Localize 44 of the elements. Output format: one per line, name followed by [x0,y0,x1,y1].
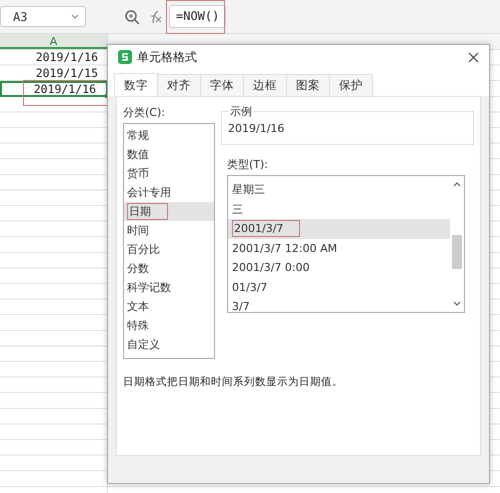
type-list[interactable]: 星期三 三 2001/3/7 2001/3/7 12:00 AM 2001/3/7 0:00 01/3/7 3/7 [227,175,465,313]
list-item[interactable]: 01/3/7 [228,278,450,297]
list-item[interactable]: 分数 [124,259,214,278]
formula-field[interactable]: =NOW() [169,5,226,28]
list-item[interactable]: 2001/3/7 12:00 AM [228,238,450,258]
list-item[interactable]: 星期三 [228,180,450,200]
list-item[interactable]: 2001/3/7 [228,219,450,238]
list-item[interactable]: 自定义 [124,335,214,354]
table-cell[interactable]: 2019/1/16 [0,50,108,66]
tab[interactable]: 数字 [114,73,158,96]
dropdown-icon [71,14,79,20]
dialog-title: 单元格格式 [137,48,197,66]
list-item[interactable]: 百分比 [124,240,214,259]
list-item[interactable]: 日期 [124,202,214,221]
column-header[interactable]: A [0,34,108,49]
list-item[interactable]: 常规 [124,126,214,145]
list-item[interactable]: 时间 [124,221,214,240]
tab[interactable]: 保护 [329,74,373,96]
table-cell[interactable]: 2019/1/15 [0,66,108,82]
tab[interactable]: 字体 [200,74,244,96]
list-item[interactable]: 科学记数 [124,278,214,297]
sample-value: 2019/1/16 [227,121,286,135]
tab[interactable]: 图案 [286,74,330,96]
list-item[interactable]: 数值 [124,145,214,164]
table-cell[interactable]: 2019/1/16 [0,81,108,97]
list-item[interactable]: 特殊 [124,316,214,335]
highlight-box [166,0,225,34]
app-icon [118,50,132,64]
category-list[interactable]: 常规 数值 货币 会计专用 日期 时间 百分比 分数 科学记数 文本 特殊 自定义 [123,123,215,359]
list-item[interactable]: 文本 [124,297,214,316]
list-item[interactable]: 货币 [124,164,214,183]
close-icon[interactable] [468,52,479,62]
sample-label: 示例 [228,104,254,119]
scrollbar-thumb[interactable] [452,235,462,269]
category-label: 分类(C): [123,105,166,120]
description-text: 日期格式把日期和时间系列数显示为日期值。 [123,375,344,389]
zoom-icon[interactable] [124,8,140,24]
list-item[interactable]: 2001/3/7 0:00 [228,258,450,278]
type-label: 类型(T): [227,157,270,172]
list-item[interactable]: 三 [228,200,450,219]
tab[interactable]: 对齐 [157,74,201,96]
name-box[interactable]: A3 [0,6,86,27]
list-item[interactable]: 会计专用 [124,183,214,202]
tab[interactable]: 边框 [243,74,287,96]
